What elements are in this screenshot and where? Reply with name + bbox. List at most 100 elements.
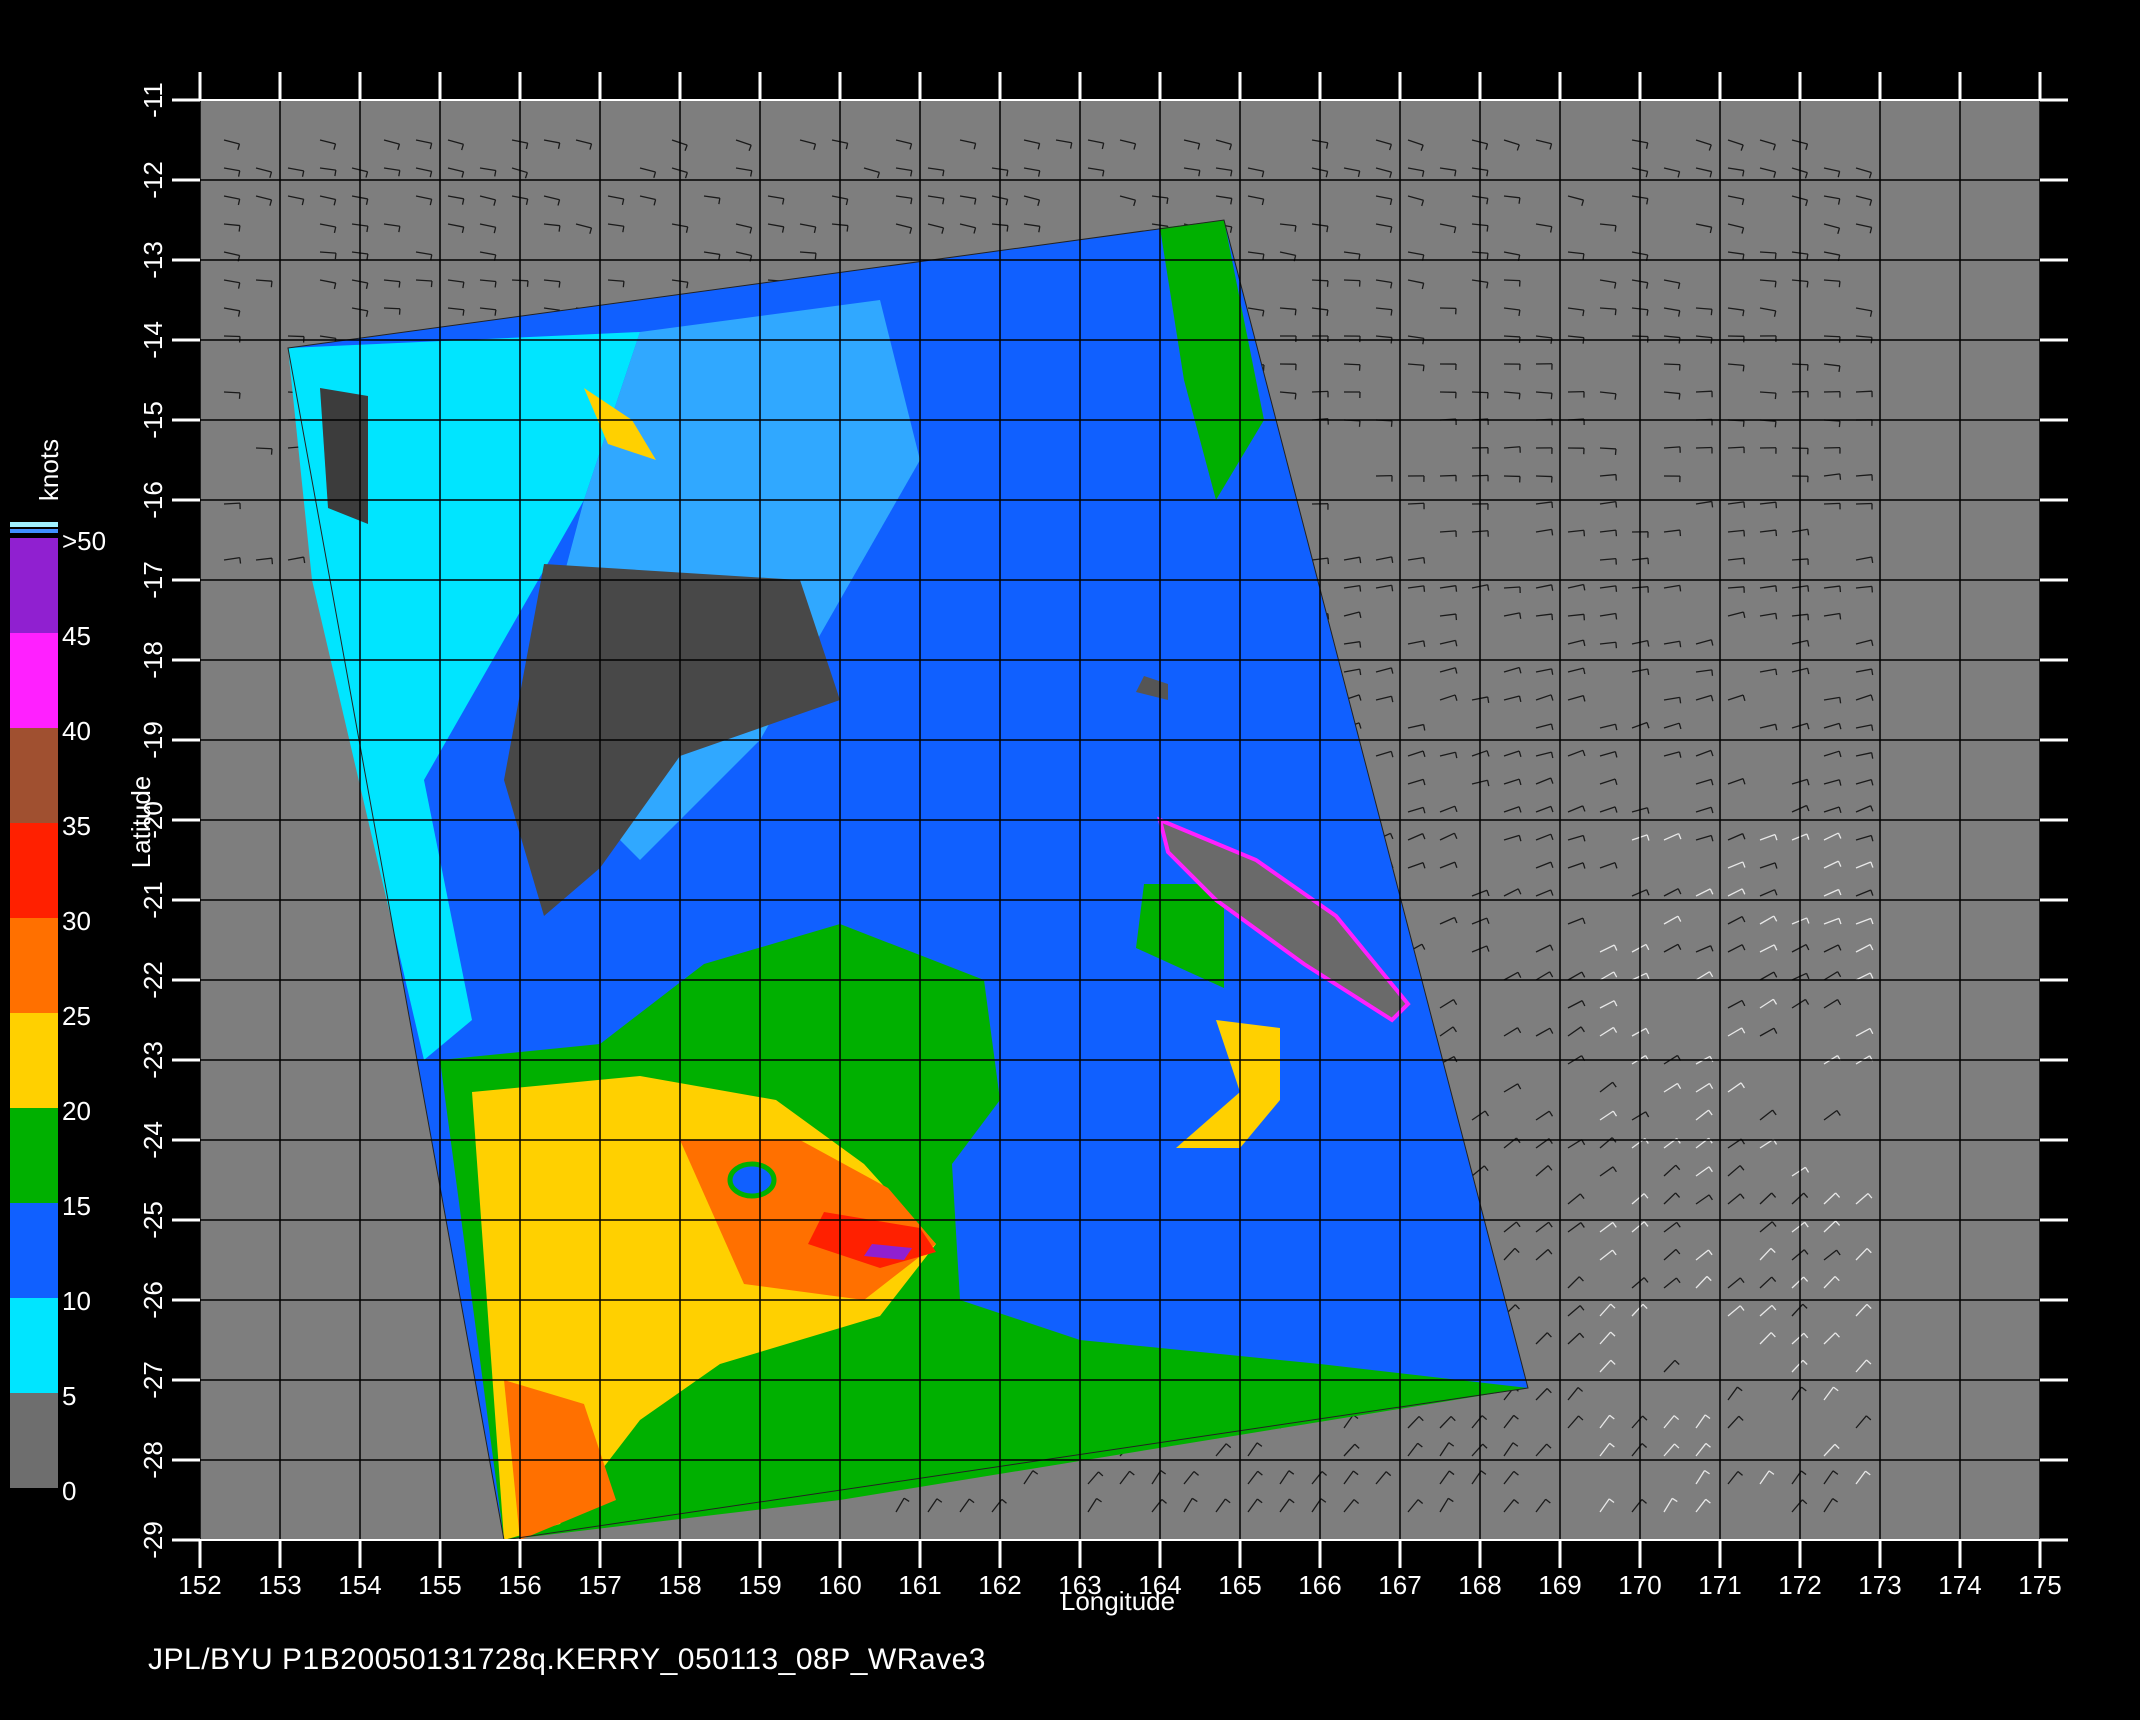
y-tick-label: -15 <box>138 401 168 439</box>
wind-barb <box>1695 390 1713 393</box>
y-tick-label: -16 <box>138 481 168 519</box>
wind-barb-flag <box>239 557 242 564</box>
wind-barb-flag <box>1166 197 1169 204</box>
x-tick-label: 154 <box>338 1570 381 1600</box>
wind-barb-flag <box>1807 529 1810 536</box>
wind-barb-flag <box>1679 530 1682 537</box>
wind-barb-flag <box>1390 309 1393 316</box>
y-tick-label: -21 <box>138 881 168 919</box>
wind-barb-flag <box>1391 585 1394 592</box>
colorbar-label: 15 <box>62 1191 91 1221</box>
colorbar-segment <box>10 1203 58 1298</box>
colorbar-segment <box>10 633 58 728</box>
wind-barb-flag <box>238 392 241 399</box>
wind-barb-flag <box>270 281 273 288</box>
wind-barb-flag <box>1839 697 1842 704</box>
wind-barb-flag <box>1615 501 1618 508</box>
wind-barb-flag <box>1518 197 1521 204</box>
wind-barb-flag <box>1455 613 1458 621</box>
wind-barb-flag <box>1614 309 1617 316</box>
colorbar-cap <box>10 529 58 533</box>
wind-barb <box>1855 502 1873 505</box>
wind-barb-flag <box>1806 281 1809 288</box>
x-tick-label: 153 <box>258 1570 301 1600</box>
y-tick-label: -28 <box>138 1441 168 1479</box>
wind-barb-flag <box>1294 225 1297 232</box>
wind-barb <box>1663 363 1681 366</box>
wind-barb-flag <box>1775 529 1778 537</box>
wind-barb-flag <box>1742 365 1745 372</box>
wind-barb-flag <box>1774 393 1777 400</box>
wind-barb-flag <box>1615 585 1618 592</box>
wind-barb-flag <box>1679 641 1682 648</box>
wind-barb-flag <box>1871 668 1874 676</box>
x-tick-label: 157 <box>578 1570 621 1600</box>
wind-barb-flag <box>1550 337 1553 344</box>
wind-barb <box>1823 502 1841 505</box>
wind-barb-flag <box>1838 421 1841 428</box>
wind-barb <box>1503 279 1521 282</box>
colorbar-label: 35 <box>62 811 91 841</box>
x-tick-label: 169 <box>1538 1570 1581 1600</box>
colorbar-segment <box>10 1108 58 1203</box>
y-tick-label: -13 <box>138 241 168 279</box>
wind-barb-flag <box>462 309 465 316</box>
wind-barb-flag <box>1679 585 1682 592</box>
wind-barb-flag <box>1359 585 1362 592</box>
storm-eye <box>727 1161 777 1199</box>
wind-map: 152 153 154 155 156 157 158 159 160 161 162 163 164 1… <box>10 72 2068 1616</box>
colorbar-unit-label: knots <box>34 439 64 501</box>
x-tick-label: 172 <box>1778 1570 1821 1600</box>
y-tick-label: -26 <box>138 1281 168 1319</box>
x-tick-label: 156 <box>498 1570 541 1600</box>
colorbar-label: 40 <box>62 716 91 746</box>
y-tick-label: -24 <box>138 1121 168 1159</box>
wind-barb-flag <box>1551 501 1554 508</box>
wind-barb-flag <box>1518 393 1521 400</box>
wind-barb <box>1599 447 1617 450</box>
wind-barb-flag <box>1359 641 1362 648</box>
y-tick-label: -23 <box>138 1041 168 1079</box>
wind-barb-flag <box>1774 421 1777 428</box>
y-tick-label: -29 <box>138 1521 168 1559</box>
wind-barb <box>1727 446 1745 449</box>
wind-barb-flag <box>1551 614 1554 621</box>
wind-barb <box>255 447 273 450</box>
y-tick-label: -12 <box>138 161 168 199</box>
x-tick-label: 174 <box>1938 1570 1981 1600</box>
wind-barb-flag <box>1294 393 1297 400</box>
wind-barb-flag <box>1615 530 1618 537</box>
wind-barb-flag <box>846 225 849 232</box>
colorbar-label: 45 <box>62 621 91 651</box>
x-tick-label: 170 <box>1618 1570 1661 1600</box>
wind-barb-flag <box>1423 557 1426 564</box>
wind-barb <box>1343 363 1361 366</box>
wind-barb-flag <box>494 281 497 288</box>
y-tick-label: -18 <box>138 641 168 679</box>
wind-barb-flag <box>1359 557 1362 564</box>
y-tick-label: -14 <box>138 321 168 359</box>
wind-barb-flag <box>1550 393 1553 400</box>
x-tick-label: 173 <box>1858 1570 1901 1600</box>
wind-barb-flag <box>1518 309 1521 317</box>
x-tick-label: 158 <box>658 1570 701 1600</box>
y-tick-label: -22 <box>138 961 168 999</box>
wind-barb-flag <box>1006 225 1009 232</box>
x-tick-label: 161 <box>898 1570 941 1600</box>
wind-barb-flag <box>1423 585 1426 592</box>
wind-barb-flag <box>622 281 625 288</box>
wind-barb-flag <box>1838 281 1841 288</box>
wind-barb-flag <box>334 253 337 260</box>
x-tick-label: 175 <box>2018 1570 2061 1600</box>
wind-barb-flag <box>1614 225 1617 232</box>
wind-barb-flag <box>1839 586 1842 593</box>
wind-barb-flag <box>1327 558 1330 565</box>
wind-barb <box>1407 502 1425 505</box>
wind-barb <box>287 335 305 338</box>
wind-barb-flag <box>1838 365 1841 372</box>
wind-barb <box>1823 335 1841 338</box>
wind-barb-flag <box>494 309 497 316</box>
wind-barb-flag <box>1582 253 1585 260</box>
wind-barb-flag <box>1326 309 1329 316</box>
colorbar-segment <box>10 538 58 633</box>
